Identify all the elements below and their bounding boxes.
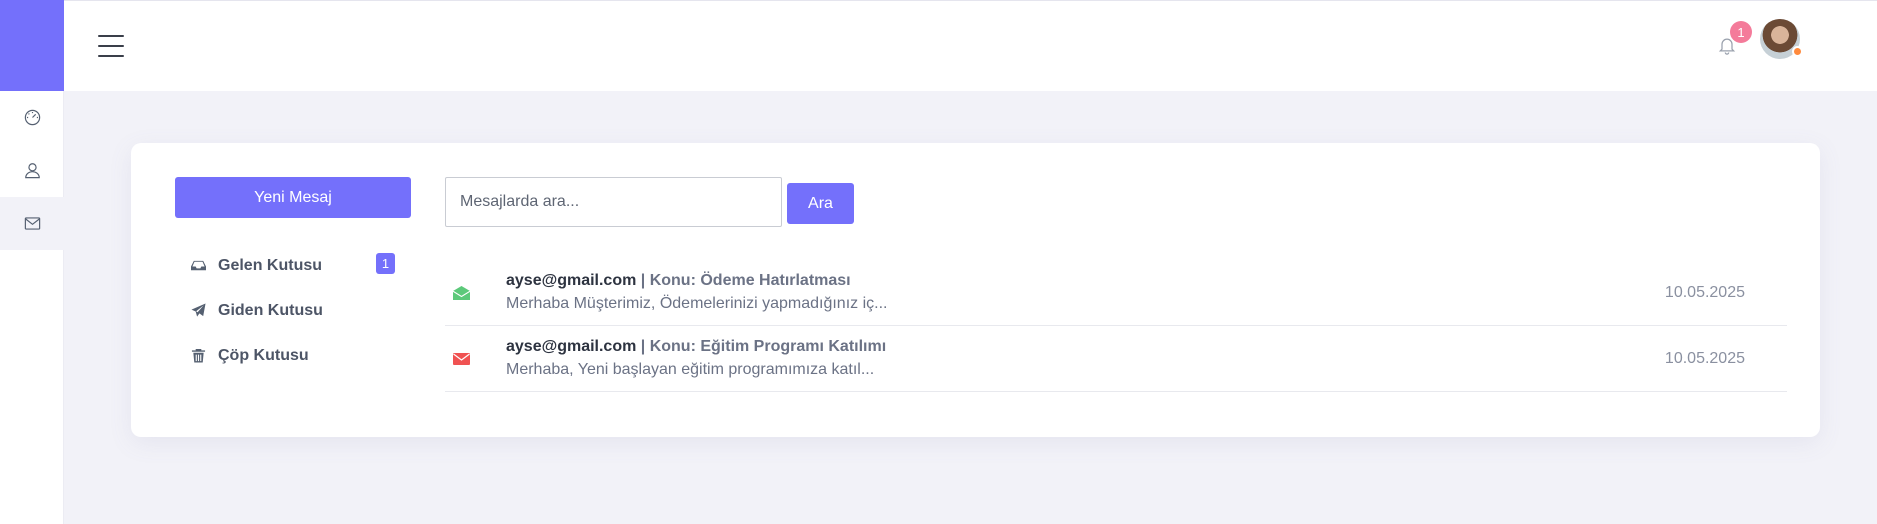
sidebar-item-profile[interactable] <box>0 144 64 197</box>
trash-icon <box>191 348 206 363</box>
folder-inbox[interactable]: Gelen Kutusu 1 <box>175 243 411 288</box>
envelope-open-icon <box>452 286 471 300</box>
message-preview: Merhaba Müşterimiz, Ödemelerinizi yapmad… <box>506 295 888 312</box>
sidebar <box>0 0 64 524</box>
folder-label: Gelen Kutusu <box>218 256 323 274</box>
folder-list: Gelen Kutusu 1 Giden Kutusu Çöp Kutusu <box>175 243 411 378</box>
message-row[interactable]: ayse@gmail.com | Konu: Eğitim Programı K… <box>445 326 1787 392</box>
envelope-icon <box>453 352 470 366</box>
hamburger-line <box>98 35 124 37</box>
user-avatar[interactable] <box>1760 19 1803 59</box>
hamburger-line <box>98 45 124 47</box>
folder-sent[interactable]: Giden Kutusu <box>175 288 411 333</box>
folder-label: Giden Kutusu <box>218 301 323 319</box>
unread-count-badge: 1 <box>376 253 395 274</box>
message-sender: ayse@gmail.com <box>506 272 637 289</box>
new-message-button[interactable]: Yeni Mesaj <box>175 177 411 218</box>
sidebar-item-messages[interactable] <box>0 197 64 250</box>
message-header: ayse@gmail.com | Konu: Ödeme Hatırlatmas… <box>506 272 851 290</box>
menu-toggle-button[interactable] <box>98 35 124 57</box>
message-preview: Merhaba, Yeni başlayan eğitim programımı… <box>506 361 875 378</box>
notification-badge: 1 <box>1730 21 1752 43</box>
brand-logo[interactable] <box>0 0 64 91</box>
mail-icon <box>24 217 40 230</box>
message-row[interactable]: ayse@gmail.com | Konu: Ödeme Hatırlatmas… <box>445 260 1787 326</box>
sidebar-item-dashboard[interactable] <box>0 91 64 144</box>
message-subject: | Konu: Ödeme Hatırlatması <box>636 272 851 289</box>
mailbox-card: Yeni Mesaj Gelen Kutusu 1 Giden Kutusu Ç… <box>131 143 1820 437</box>
status-indicator <box>1792 46 1803 57</box>
user-icon <box>24 163 40 179</box>
search-input[interactable] <box>445 177 782 227</box>
message-header: ayse@gmail.com | Konu: Eğitim Programı K… <box>506 338 886 356</box>
notifications-button[interactable]: 1 <box>1716 21 1752 56</box>
message-list: ayse@gmail.com | Konu: Ödeme Hatırlatmas… <box>445 260 1787 392</box>
folder-trash[interactable]: Çöp Kutusu <box>175 333 411 378</box>
hamburger-line <box>98 55 124 57</box>
search-button[interactable]: Ara <box>787 183 854 224</box>
paper-plane-icon <box>191 303 206 317</box>
message-date: 10.05.2025 <box>1664 284 1745 301</box>
inbox-icon <box>191 260 206 271</box>
top-header <box>64 0 1877 91</box>
message-subject: | Konu: Eğitim Programı Katılımı <box>636 338 887 355</box>
folder-label: Çöp Kutusu <box>218 346 309 364</box>
speedometer-icon <box>24 109 40 126</box>
message-sender: ayse@gmail.com <box>506 338 637 355</box>
message-date: 10.05.2025 <box>1664 350 1745 367</box>
